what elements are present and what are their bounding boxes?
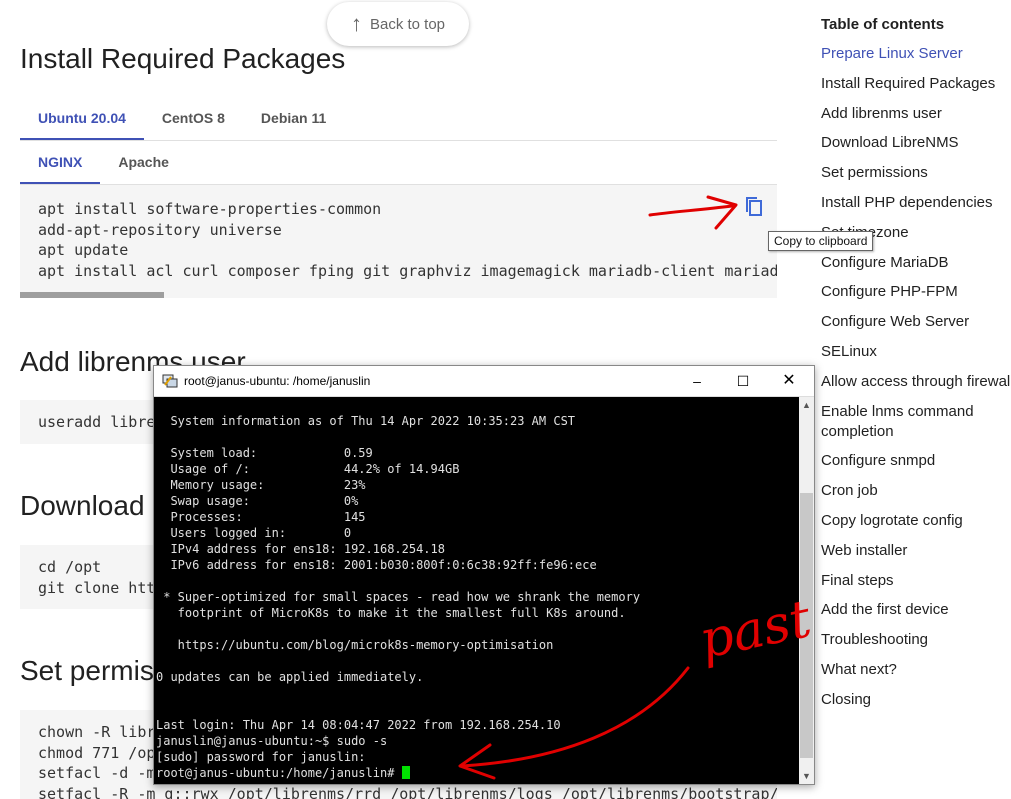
code-line: apt update <box>38 241 129 260</box>
terminal-line: Last login: Thu Apr 14 08:04:47 2022 fro… <box>156 718 561 732</box>
terminal-line: januslin@janus-ubuntu:~$ sudo -s <box>156 734 388 748</box>
section-title-permissions: Set permiss <box>20 655 168 686</box>
toc-item[interactable]: Closing <box>821 690 1011 710</box>
terminal-line: Users logged in: 0 <box>156 526 352 540</box>
toc-item[interactable]: Copy logrotate config <box>821 511 1011 531</box>
minimize-button[interactable]: – <box>674 366 720 396</box>
terminal-titlebar[interactable]: root@janus-ubuntu: /home/januslin – ☐ ✕ <box>154 366 814 397</box>
back-to-top-label: Back to top <box>369 15 446 33</box>
section-title-install: Install Required Packages <box>20 43 346 74</box>
terminal-cursor <box>401 766 410 779</box>
table-of-contents: Prepare Linux Server Install Required Pa… <box>821 44 1011 720</box>
toc-item[interactable]: Configure snmpd <box>821 451 1011 471</box>
terminal-line: Memory usage: 23% <box>156 478 366 492</box>
code-horizontal-scrollbar[interactable] <box>20 292 164 298</box>
toc-item[interactable]: Configure PHP-FPM <box>821 282 1011 302</box>
toc-item[interactable]: Download LibreNMS <box>821 133 1011 153</box>
section-title-download: Download L <box>20 490 168 521</box>
terminal-prompt: root@janus-ubuntu:/home/januslin# <box>156 766 402 780</box>
toc-item[interactable]: Enable lnms command completion <box>821 402 1006 442</box>
scroll-down-icon[interactable]: ▼ <box>799 768 814 784</box>
maximize-button[interactable]: ☐ <box>720 366 766 396</box>
toc-item[interactable]: What next? <box>821 660 1011 680</box>
terminal-output[interactable]: System information as of Thu 14 Apr 2022… <box>154 397 799 784</box>
terminal-line: Usage of /: 44.2% of 14.94GB <box>156 462 460 476</box>
tab-nginx[interactable]: NGINX <box>20 140 101 184</box>
code-line: setfacl -R -m g::rwx /opt/librenms/rrd /… <box>38 785 777 799</box>
tab-centos[interactable]: CentOS 8 <box>144 96 243 140</box>
toc-item[interactable]: Allow access through firewall <box>821 372 1011 392</box>
toc-item[interactable]: Configure Web Server <box>821 312 1011 332</box>
toc-item[interactable]: SELinux <box>821 342 1011 362</box>
putty-icon <box>162 373 178 389</box>
code-line: add-apt-repository universe <box>38 220 282 239</box>
terminal-line: 0 updates can be applied immediately. <box>156 670 424 684</box>
close-button[interactable]: ✕ <box>766 366 812 396</box>
terminal-scrollbar[interactable]: ▲ ▼ <box>799 397 814 784</box>
toc-title: Table of contents <box>821 16 945 33</box>
arrow-up-icon: ↑ <box>350 11 362 36</box>
terminal-line: System information as of Thu 14 Apr 2022… <box>156 414 576 428</box>
toc-item[interactable]: Install Required Packages <box>821 74 1011 94</box>
install-code-block: apt install software-properties-common ad… <box>20 185 777 298</box>
terminal-line: [sudo] password for januslin: <box>156 750 366 764</box>
terminal-line: IPv6 address for ens18: 2001:b030:800f:0… <box>156 558 597 572</box>
terminal-line: footprint of MicroK8s to make it the sma… <box>156 606 626 620</box>
terminal-prompt-line[interactable]: root@janus-ubuntu:/home/januslin# <box>156 765 410 781</box>
terminal-line: Swap usage: 0% <box>156 494 359 508</box>
toc-item[interactable]: Add librenms user <box>821 104 1011 124</box>
copy-tooltip: Copy to clipboard <box>768 231 874 251</box>
toc-item[interactable]: Troubleshooting <box>821 630 1011 650</box>
code-line: apt install software-properties-common <box>38 200 382 218</box>
toc-item[interactable]: Configure MariaDB <box>821 253 1011 273</box>
terminal-line: https://ubuntu.com/blog/microk8s-memory-… <box>156 638 554 652</box>
toc-item[interactable]: Add the first device <box>821 600 1011 620</box>
terminal-line: Processes: 145 <box>156 510 366 524</box>
toc-item[interactable]: Cron job <box>821 481 1011 501</box>
toc-item[interactable]: Install PHP dependencies <box>821 193 1011 213</box>
toc-item[interactable]: Final steps <box>821 571 1011 591</box>
terminal-line: * Super-optimized for small spaces - rea… <box>156 590 641 604</box>
server-tabs: NGINX Apache <box>20 140 777 185</box>
tab-apache[interactable]: Apache <box>100 140 187 184</box>
toc-item[interactable]: Web installer <box>821 541 1011 561</box>
terminal-title: root@janus-ubuntu: /home/januslin <box>184 374 371 388</box>
terminal-line: System load: 0.59 <box>156 446 373 460</box>
toc-item[interactable]: Prepare Linux Server <box>821 44 1011 64</box>
toc-item[interactable]: Set permissions <box>821 163 1011 183</box>
tab-ubuntu[interactable]: Ubuntu 20.04 <box>20 96 144 140</box>
tab-debian[interactable]: Debian 11 <box>243 96 344 140</box>
os-tabs: Ubuntu 20.04 CentOS 8 Debian 11 <box>20 96 777 141</box>
terminal-window[interactable]: root@janus-ubuntu: /home/januslin – ☐ ✕ … <box>153 365 815 785</box>
terminal-scroll-thumb[interactable] <box>800 493 813 758</box>
code-line: apt install acl curl composer fping git … <box>38 262 777 281</box>
back-to-top-button[interactable]: ↑ Back to top <box>327 2 469 46</box>
terminal-line: IPv4 address for ens18: 192.168.254.18 <box>156 542 445 556</box>
scroll-up-icon[interactable]: ▲ <box>799 397 814 413</box>
copy-icon[interactable] <box>744 196 764 218</box>
